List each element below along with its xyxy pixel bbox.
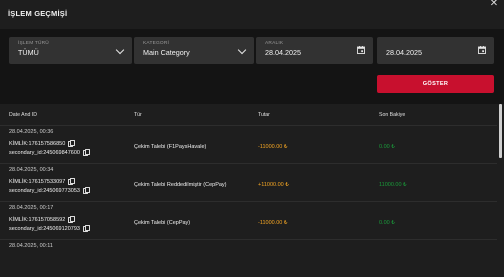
row-secondary-id: secondary_id:245069773053 bbox=[9, 187, 90, 194]
transactions-table: Date And ID Tür Tutar Son Bakiye 28.04.2… bbox=[0, 104, 504, 250]
copy-icon[interactable] bbox=[68, 178, 76, 185]
copy-icon[interactable] bbox=[82, 187, 90, 194]
category-value: Main Category bbox=[143, 48, 190, 57]
table-row: 28.04.2025, 00:34 KİMLİK:176157533097 se… bbox=[0, 164, 497, 202]
column-header-date: Date And ID bbox=[9, 112, 37, 118]
transaction-type-label: İŞLEM TÜRÜ bbox=[18, 41, 49, 46]
copy-icon[interactable] bbox=[68, 216, 76, 223]
row-type: Çekim Talebi (CepPay) bbox=[134, 220, 191, 226]
page-title: İŞLEM GEÇMİŞİ bbox=[8, 9, 68, 18]
category-select[interactable]: KATEGORİ Main Category bbox=[134, 37, 254, 64]
row-amount: -11000.00 ₺ bbox=[258, 220, 288, 226]
copy-icon[interactable] bbox=[68, 140, 76, 147]
calendar-icon[interactable] bbox=[478, 46, 486, 54]
row-secondary-text: secondary_id:245069120793 bbox=[9, 226, 80, 232]
row-date: 28.04.2025, 00:34 bbox=[9, 167, 54, 173]
column-header-type: Tür bbox=[134, 112, 142, 118]
table-header: Date And ID Tür Tutar Son Bakiye bbox=[0, 104, 497, 126]
copy-icon[interactable] bbox=[82, 149, 90, 156]
table-row: 28.04.2025, 00:36 KİMLİK:176157586850 se… bbox=[0, 126, 497, 164]
row-balance: 11000.00 ₺ bbox=[379, 182, 407, 188]
copy-icon[interactable] bbox=[82, 225, 90, 232]
row-date: 28.04.2025, 00:11 bbox=[9, 243, 53, 249]
row-kimlik: KİMLİK:176157058592 bbox=[9, 216, 76, 223]
row-type: Çekim Talebi Reddedilmiştir (CepPay) bbox=[134, 182, 227, 188]
transaction-type-select[interactable]: İŞLEM TÜRÜ TÜMÜ bbox=[9, 37, 132, 64]
show-button[interactable]: GÖSTER bbox=[377, 75, 494, 93]
date-range-label: ARALIK bbox=[265, 41, 284, 46]
row-kimlik-text: KİMLİK:176157586850 bbox=[9, 141, 66, 147]
row-kimlik: KİMLİK:176157533097 bbox=[9, 178, 76, 185]
row-balance: 0.00 ₺ bbox=[379, 220, 395, 226]
row-amount: +11000.00 ₺ bbox=[258, 182, 289, 188]
row-balance: 0.00 ₺ bbox=[379, 144, 395, 150]
row-secondary-id: secondary_id:245069120793 bbox=[9, 225, 90, 232]
row-type: Çekim Talebi (F1PaysHavale) bbox=[134, 144, 207, 150]
category-label: KATEGORİ bbox=[143, 41, 170, 46]
filter-panel: İŞLEM TÜRÜ TÜMÜ KATEGORİ Main Category A… bbox=[0, 29, 504, 104]
date-end-field[interactable]: 28.04.2025 bbox=[377, 37, 494, 64]
close-icon[interactable]: ✕ bbox=[489, 0, 499, 9]
row-secondary-id: secondary_id:245069847600 bbox=[9, 149, 90, 156]
scrollbar-thumb[interactable] bbox=[499, 104, 502, 158]
date-start-field[interactable]: ARALIK 28.04.2025 bbox=[256, 37, 373, 64]
row-kimlik-text: KİMLİK:176157058592 bbox=[9, 217, 66, 223]
row-amount: -11000.00 ₺ bbox=[258, 144, 288, 150]
table-row: 28.04.2025, 00:17 KİMLİK:176157058592 se… bbox=[0, 202, 497, 240]
row-date: 28.04.2025, 00:36 bbox=[9, 129, 54, 135]
row-date: 28.04.2025, 00:17 bbox=[9, 205, 54, 211]
column-header-amount: Tutar bbox=[258, 112, 270, 118]
table-row: 28.04.2025, 00:11 bbox=[0, 240, 497, 277]
row-kimlik: KİMLİK:176157586850 bbox=[9, 140, 76, 147]
calendar-icon[interactable] bbox=[357, 46, 365, 54]
row-secondary-text: secondary_id:245069847600 bbox=[9, 150, 80, 156]
transaction-type-value: TÜMÜ bbox=[18, 48, 39, 57]
row-secondary-text: secondary_id:245069773053 bbox=[9, 188, 80, 194]
column-header-balance: Son Bakiye bbox=[379, 112, 406, 118]
row-kimlik-text: KİMLİK:176157533097 bbox=[9, 179, 66, 185]
date-start-value: 28.04.2025 bbox=[265, 48, 301, 57]
date-end-value: 28.04.2025 bbox=[386, 48, 422, 57]
